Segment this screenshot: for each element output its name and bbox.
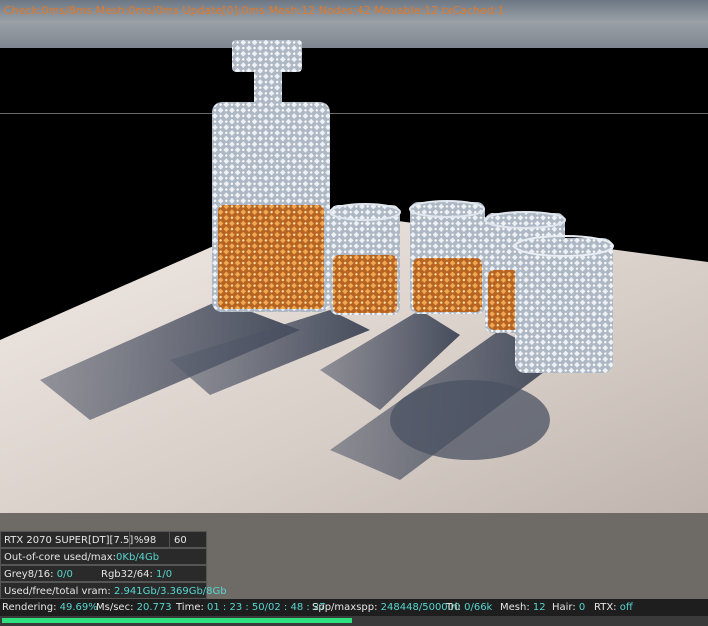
mesh-stat: Mesh: 12	[500, 599, 546, 616]
rtx-label: RTX:	[594, 602, 617, 613]
fps-value: 60	[169, 532, 208, 547]
glass-2	[409, 200, 485, 314]
grey-label: Grey8/16:	[4, 569, 54, 580]
tri-value: 0/66k	[464, 602, 493, 613]
vram-row: Used/free/total vram: 2.941Gb/3.369Gb/8G…	[0, 582, 227, 599]
gpu-name: RTX 2070 SUPER[DT][7.5]	[4, 535, 134, 546]
gpu-info-row: RTX 2070 SUPER[DT][7.5] %98 60	[0, 531, 207, 548]
texture-counts-row: Grey8/16: 0/0 Rgb32/64: 1/0	[0, 565, 207, 582]
debug-overlay-text: Check:0ms/8ms Mesh:0ms/0ms Update[0]:0ms…	[4, 4, 505, 17]
mesh-value: 12	[532, 602, 546, 613]
out-of-core-value: 0Kb/4Gb	[116, 552, 160, 563]
spp-label: Spp/maxspp:	[312, 602, 378, 613]
render-progress-fill	[2, 618, 352, 623]
hair-label: Hair:	[552, 602, 576, 613]
glass-1	[329, 203, 401, 315]
out-of-core-row: Out-of-core used/max:0Kb/4Gb	[0, 548, 207, 565]
hair-stat: Hair: 0	[552, 599, 585, 616]
glass-4	[514, 235, 614, 373]
ms-label: Ms/sec:	[96, 602, 134, 613]
vram-label: Used/free/total vram:	[4, 586, 111, 597]
tri-stat: Tri: 0/66k	[446, 599, 492, 616]
time-value: 01 : 23 : 50/02 : 48 : 27	[207, 602, 326, 613]
tri-label: Tri:	[446, 602, 461, 613]
hair-value: 0	[578, 602, 586, 613]
render-status-bar: Rendering: 49.69% Ms/sec: 20.773 Time: 0…	[0, 599, 708, 616]
rgb-label: Rgb32/64:	[101, 569, 153, 580]
glass-shadow-4	[390, 380, 550, 460]
mesh-label: Mesh:	[500, 602, 530, 613]
time-label: Time:	[176, 602, 204, 613]
decanter	[212, 40, 330, 312]
ms-value: 20.773	[136, 602, 172, 613]
gpu-usage-percent: %98	[129, 532, 169, 547]
out-of-core-label: Out-of-core used/max:	[4, 552, 117, 563]
vram-value: 2.941Gb/3.369Gb/8Gb	[113, 586, 227, 597]
render-progress-bar	[0, 616, 708, 626]
rtx-stat: RTX: off	[594, 599, 633, 616]
rendering-value: 49.69%	[59, 602, 98, 613]
rendered-scene	[0, 40, 708, 513]
ms-per-sec-stat: Ms/sec: 20.773	[96, 599, 172, 616]
rgb-value: 1/0	[156, 569, 173, 580]
spp-stat: Spp/maxspp: 248448/500000	[312, 599, 460, 616]
time-stat: Time: 01 : 23 : 50/02 : 48 : 27	[176, 599, 326, 616]
rendering-stat: Rendering: 49.69%	[2, 599, 98, 616]
rendering-label: Rendering:	[2, 602, 57, 613]
rtx-value: off	[619, 602, 633, 613]
grey-value: 0/0	[56, 569, 73, 580]
